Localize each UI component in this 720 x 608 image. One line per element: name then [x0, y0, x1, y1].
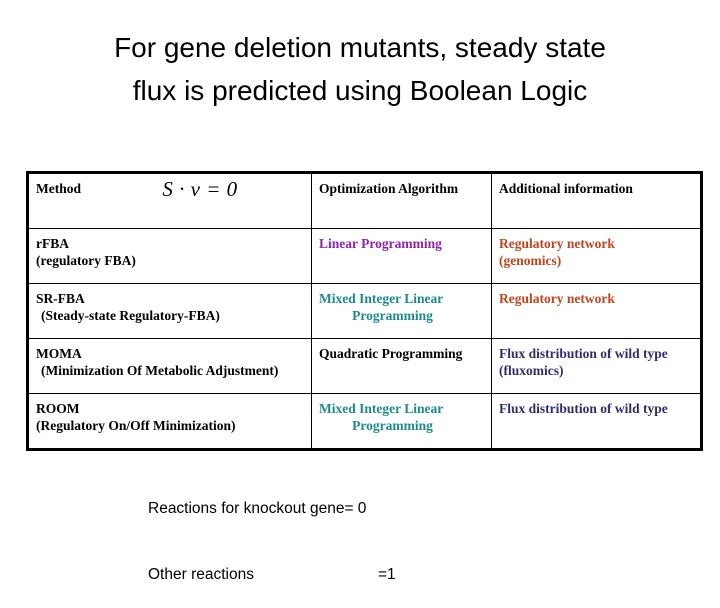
- caption-knockout-label: Reactions for knockout gene: [148, 500, 345, 517]
- info-line-2: (genomics): [499, 253, 562, 268]
- equation-text: S · v = 0: [162, 177, 238, 201]
- cell-additional-information: Regulatory network: [491, 283, 702, 339]
- caption-other-label: Other reactions: [148, 566, 254, 583]
- algorithm-line-2: Programming: [352, 308, 433, 323]
- cell-optimization-algorithm: Linear Programming: [311, 228, 492, 284]
- algorithm-line-1: Mixed Integer Linear: [319, 291, 444, 306]
- table-row: rFBA (regulatory FBA) Linear Programming…: [27, 228, 702, 284]
- page-title-line-2: flux is predicted using Boolean Logic: [132, 75, 588, 107]
- table-header-row: Method S · v = 0 Optimization Algorithm …: [27, 172, 702, 229]
- steady-state-equation: S · v = 0: [29, 176, 311, 202]
- cell-additional-information: Flux distribution of wild type (fluxomic…: [491, 338, 702, 394]
- method-name: MOMA: [36, 346, 82, 361]
- caption-row-other: Other reactions =1: [148, 564, 396, 586]
- method-subtitle: (regulatory FBA): [36, 253, 136, 268]
- info-line-1: Flux distribution of wild type: [499, 346, 668, 361]
- info-line-1: Regulatory network: [499, 236, 615, 251]
- algorithm-line-2: Programming: [352, 418, 433, 433]
- methods-table: Method S · v = 0 Optimization Algorithm …: [26, 171, 703, 451]
- header-cell-method: Method S · v = 0: [27, 172, 312, 229]
- table-row: SR-FBA (Steady-state Regulatory-FBA) Mix…: [27, 283, 702, 339]
- header-cell-additional-information: Additional information: [491, 172, 702, 229]
- method-subtitle: (Minimization Of Metabolic Adjustment): [41, 363, 279, 378]
- table-row: ROOM (Regulatory On/Off Minimization) Mi…: [27, 393, 702, 450]
- cell-optimization-algorithm: Mixed Integer Linear Programming: [311, 393, 492, 450]
- algorithm-line-1: Quadratic Programming: [319, 346, 463, 361]
- method-subtitle: (Regulatory On/Off Minimization): [36, 418, 236, 433]
- info-line-1: Flux distribution of wild type: [499, 401, 668, 416]
- method-subtitle: (Steady-state Regulatory-FBA): [41, 308, 220, 323]
- info-line-1: Regulatory network: [499, 291, 615, 306]
- method-name: ROOM: [36, 401, 80, 416]
- cell-method: SR-FBA (Steady-state Regulatory-FBA): [27, 283, 312, 339]
- caption-row-knockout: Reactions for knockout gene= 0: [148, 498, 396, 520]
- algorithm-line-1: Mixed Integer Linear: [319, 401, 444, 416]
- cell-method: rFBA (regulatory FBA): [27, 228, 312, 284]
- methods-table-container: Method S · v = 0 Optimization Algorithm …: [26, 171, 703, 451]
- cell-additional-information: Flux distribution of wild type: [491, 393, 702, 450]
- column-header-optimization-algorithm: Optimization Algorithm: [319, 181, 459, 196]
- cell-method: MOMA (Minimization Of Metabolic Adjustme…: [27, 338, 312, 394]
- table-row: MOMA (Minimization Of Metabolic Adjustme…: [27, 338, 702, 394]
- caption-knockout-value: = 0: [344, 500, 367, 517]
- cell-optimization-algorithm: Mixed Integer Linear Programming: [311, 283, 492, 339]
- method-name: SR-FBA: [36, 291, 85, 306]
- info-line-2: (fluxomics): [499, 363, 564, 378]
- boolean-logic-caption: Reactions for knockout gene= 0 Other rea…: [148, 454, 396, 608]
- header-cell-optimization-algorithm: Optimization Algorithm: [311, 172, 492, 229]
- algorithm-line-1: Linear Programming: [319, 236, 442, 251]
- caption-other-value: =1: [378, 566, 396, 583]
- cell-method: ROOM (Regulatory On/Off Minimization): [27, 393, 312, 450]
- cell-additional-information: Regulatory network (genomics): [491, 228, 702, 284]
- cell-optimization-algorithm: Quadratic Programming: [311, 338, 492, 394]
- column-header-additional-information: Additional information: [499, 181, 633, 196]
- page-title: For gene deletion mutants, steady state …: [0, 26, 720, 113]
- page-title-line-1: For gene deletion mutants, steady state: [114, 32, 606, 63]
- method-name: rFBA: [36, 236, 69, 251]
